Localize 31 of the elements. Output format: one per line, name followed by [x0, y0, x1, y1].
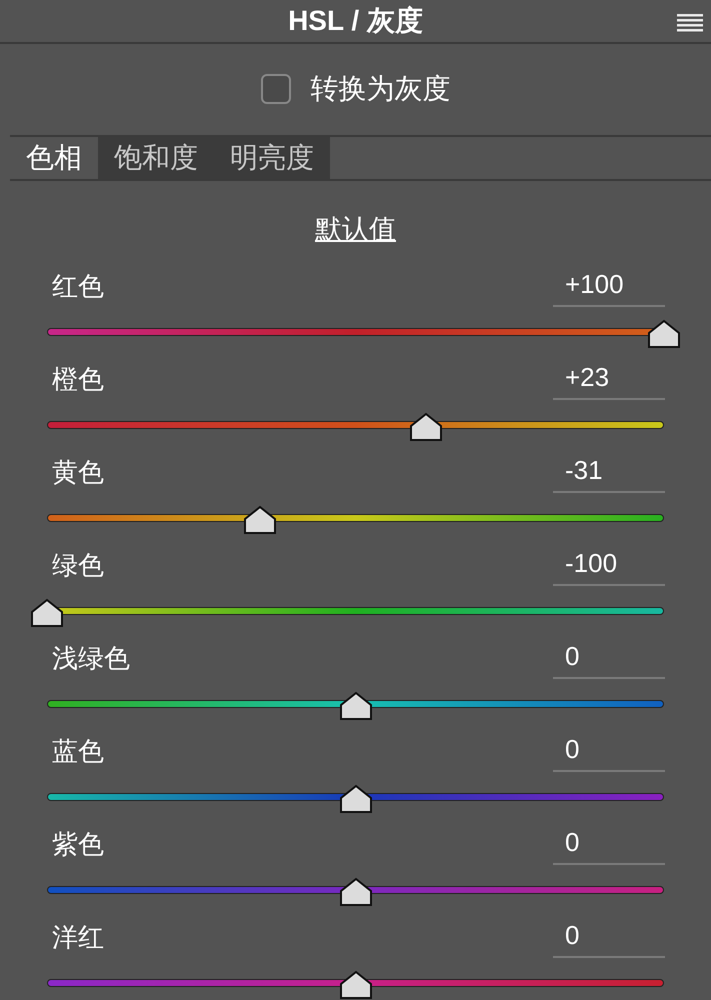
- slider-thumb[interactable]: [338, 877, 372, 907]
- slider-label: 红色: [52, 273, 104, 303]
- value-field[interactable]: +100: [553, 271, 665, 307]
- slider-thumb[interactable]: [647, 319, 681, 349]
- value-field[interactable]: 0: [553, 829, 665, 865]
- slider-label: 浅绿色: [52, 645, 130, 675]
- tab[interactable]: 饱和度: [98, 136, 214, 178]
- slider-label: 洋红: [52, 924, 104, 954]
- menu-icon[interactable]: [677, 14, 703, 32]
- slider-label: 紫色: [52, 831, 104, 861]
- value-field[interactable]: 0: [553, 922, 665, 958]
- slider-thumb[interactable]: [338, 784, 372, 814]
- value-field[interactable]: 0: [553, 643, 665, 679]
- value-field[interactable]: -31: [553, 457, 665, 493]
- panel-title: HSL / 灰度: [288, 4, 423, 38]
- slider-label: 橙色: [52, 366, 104, 396]
- tab[interactable]: 明亮度: [214, 136, 330, 178]
- value-field[interactable]: -100: [553, 550, 665, 586]
- slider-thumb[interactable]: [409, 412, 444, 442]
- value-field[interactable]: +23: [553, 364, 665, 400]
- slider-thumb[interactable]: [30, 598, 64, 628]
- reset-link[interactable]: 默认值: [315, 208, 396, 249]
- slider-label: 蓝色: [52, 738, 104, 768]
- slider-label: 绿色: [52, 552, 104, 582]
- grayscale-checkbox[interactable]: [260, 74, 290, 104]
- slider-thumb[interactable]: [338, 691, 372, 721]
- value-field[interactable]: 0: [553, 736, 665, 772]
- slider-thumb[interactable]: [242, 505, 277, 535]
- slider-thumb[interactable]: [338, 970, 372, 1000]
- checkbox-label: 转换为灰度: [310, 72, 450, 106]
- slider-label: 黄色: [52, 459, 104, 489]
